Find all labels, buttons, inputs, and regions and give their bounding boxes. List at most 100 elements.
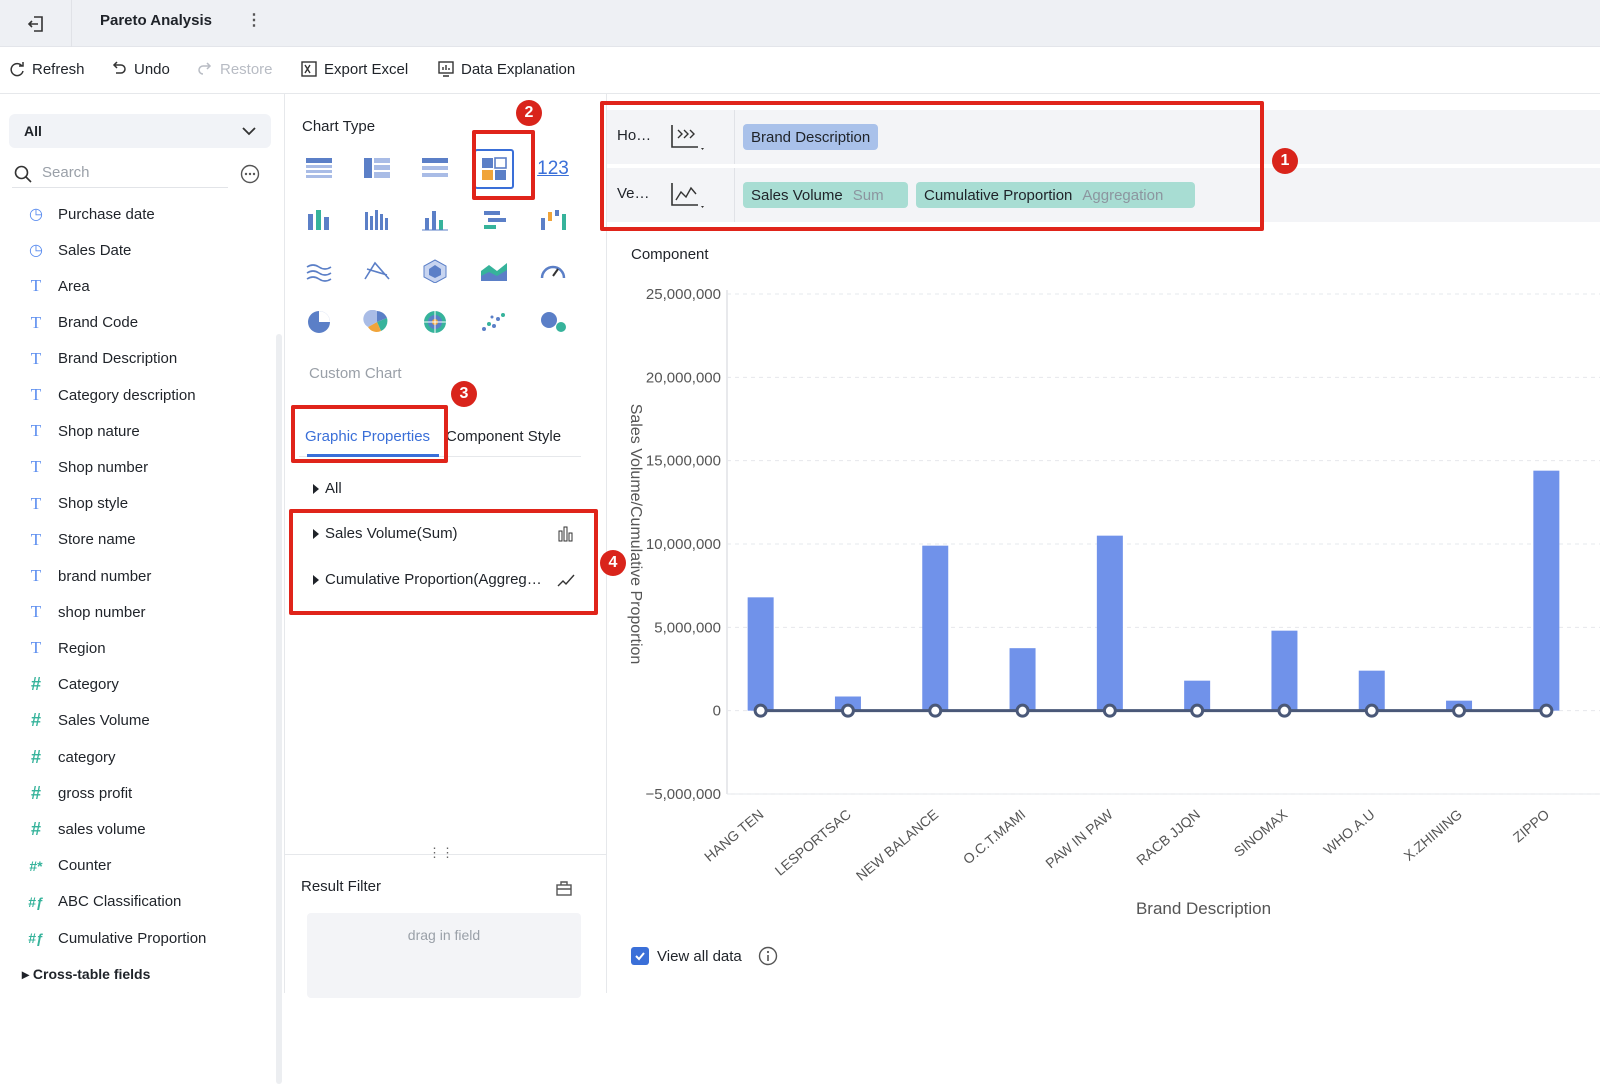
field-item[interactable]: # category xyxy=(26,745,116,769)
field-item[interactable]: # gross profit xyxy=(26,781,132,805)
field-list-scrollbar[interactable] xyxy=(276,334,282,1084)
pie-chart-icon[interactable] xyxy=(299,302,339,342)
view-all-data-label: View all data xyxy=(657,947,742,965)
x-tick-label: NEW BALANCE xyxy=(853,806,941,884)
bar xyxy=(1533,470,1560,711)
text-icon: T xyxy=(30,638,42,658)
hash-formula-icon: #ƒ xyxy=(28,930,44,946)
search-input[interactable]: Search xyxy=(12,158,228,188)
detail-table-icon[interactable] xyxy=(415,149,455,189)
info-icon[interactable] xyxy=(758,946,778,966)
more-options-icon[interactable]: ⋮ xyxy=(246,10,262,30)
y-tick-label: 5,000,000 xyxy=(654,619,721,636)
toolbar: Refresh Undo Restore Export Excel Data E… xyxy=(0,47,1600,94)
radar-line-icon[interactable] xyxy=(357,251,397,291)
field-item[interactable]: ◷ Sales Date xyxy=(26,238,131,262)
field-item[interactable]: # sales volume xyxy=(26,817,146,841)
rose-pie-icon[interactable] xyxy=(357,302,397,342)
table-chart-icon[interactable] xyxy=(299,149,339,189)
grouped-table-icon[interactable] xyxy=(357,149,397,189)
excel-icon xyxy=(301,61,317,77)
field-item[interactable]: Tbrand number xyxy=(26,564,152,588)
field-item[interactable]: T Brand Description xyxy=(26,347,177,371)
column-chart-icon[interactable] xyxy=(415,200,455,240)
text-icon: T xyxy=(30,493,42,513)
page-title: Pareto Analysis xyxy=(100,12,212,29)
field-item[interactable]: T Shop style xyxy=(26,492,128,516)
line-point xyxy=(753,703,768,718)
chart-type-label: Chart Type xyxy=(302,118,376,135)
data-explanation-button[interactable]: Data Explanation xyxy=(437,60,575,78)
number-card-icon[interactable]: 123 xyxy=(533,149,573,189)
cross-table-fields[interactable]: ▸ Cross-table fields xyxy=(22,966,150,983)
property-all-label: All xyxy=(325,480,342,497)
field-item-label: Brand Description xyxy=(58,350,178,368)
y-tick-label: 20,000,000 xyxy=(646,369,721,386)
bar xyxy=(1096,535,1123,711)
radar-chart-icon[interactable] xyxy=(415,251,455,291)
x-tick-label: LESPORTSAC xyxy=(772,806,854,879)
field-item[interactable]: ◷ Purchase date xyxy=(26,202,155,226)
area-chart-icon[interactable] xyxy=(474,251,514,291)
field-item[interactable]: T Brand Code xyxy=(26,311,138,335)
property-all[interactable]: All xyxy=(313,480,342,497)
field-item[interactable]: T Store name xyxy=(26,528,136,552)
field-item[interactable]: # Sales Volume xyxy=(26,709,150,733)
field-item[interactable]: #ƒ Cumulative Proportion xyxy=(26,926,206,950)
refresh-button[interactable]: Refresh xyxy=(8,60,85,78)
field-item[interactable]: T Area xyxy=(26,274,90,298)
bar xyxy=(747,597,774,711)
bar xyxy=(1271,630,1298,711)
tab-component-style[interactable]: Component Style xyxy=(446,428,561,445)
gauge-icon[interactable] xyxy=(533,251,573,291)
line-point xyxy=(1364,703,1379,718)
restore-button[interactable]: Restore xyxy=(196,60,273,78)
search-placeholder: Search xyxy=(42,164,90,181)
field-item[interactable]: T Region xyxy=(26,636,106,660)
hash-formula-icon: #ƒ xyxy=(28,893,44,910)
undo-label: Undo xyxy=(134,60,170,78)
redo-icon xyxy=(198,62,212,75)
field-item[interactable]: #* Counter xyxy=(26,854,111,878)
horizontal-bar-icon[interactable] xyxy=(474,200,514,240)
field-item[interactable]: Tshop number xyxy=(26,600,146,624)
grouped-bar-icon[interactable] xyxy=(357,200,397,240)
export-excel-label: Export Excel xyxy=(324,60,409,78)
restore-label: Restore xyxy=(220,60,273,78)
text-icon: T xyxy=(30,566,42,585)
stacked-bar-icon[interactable] xyxy=(299,200,339,240)
exit-button[interactable] xyxy=(0,0,72,47)
field-item-label: Cumulative Proportion xyxy=(58,929,207,947)
field-item[interactable]: #ƒ ABC Classification xyxy=(26,890,181,914)
annotation-badge-4: 4 xyxy=(600,550,626,576)
checkbox-checked-icon[interactable] xyxy=(631,947,649,965)
bubble-chart-icon[interactable] xyxy=(533,302,573,342)
field-item[interactable]: T Shop number xyxy=(26,455,148,479)
export-excel-button[interactable]: Export Excel xyxy=(300,60,408,78)
field-filter-select[interactable]: All xyxy=(9,114,271,148)
waterfall-icon[interactable] xyxy=(533,200,573,240)
field-item[interactable]: # Category xyxy=(26,673,119,697)
line-point xyxy=(1190,703,1205,718)
expand-arrow-icon xyxy=(313,483,319,494)
filter-settings-icon[interactable] xyxy=(555,879,573,897)
drag-handle-icon[interactable]: ⋮⋮ xyxy=(428,845,454,861)
field-item-label: Purchase date xyxy=(58,205,155,223)
more-circle-icon[interactable] xyxy=(240,164,260,184)
field-item[interactable]: T Category description xyxy=(26,383,196,407)
x-tick-label: X.ZHINING xyxy=(1400,806,1465,864)
field-item[interactable]: T Shop nature xyxy=(26,419,140,443)
undo-icon xyxy=(112,61,126,74)
clock-icon: ◷ xyxy=(29,242,43,260)
line-chart-icon[interactable] xyxy=(299,251,339,291)
text-icon: T xyxy=(30,457,42,477)
result-filter-dropzone[interactable]: drag in field xyxy=(307,913,581,998)
undo-button[interactable]: Undo xyxy=(110,60,170,78)
chevron-down-icon xyxy=(242,127,256,136)
sunburst-icon[interactable] xyxy=(415,302,455,342)
view-all-data-toggle[interactable]: View all data xyxy=(631,946,778,966)
field-item-label: sales volume xyxy=(58,820,146,838)
hash-icon: # xyxy=(30,818,41,839)
scatter-icon[interactable] xyxy=(474,302,514,342)
annotation-box-chart-type xyxy=(472,130,535,200)
